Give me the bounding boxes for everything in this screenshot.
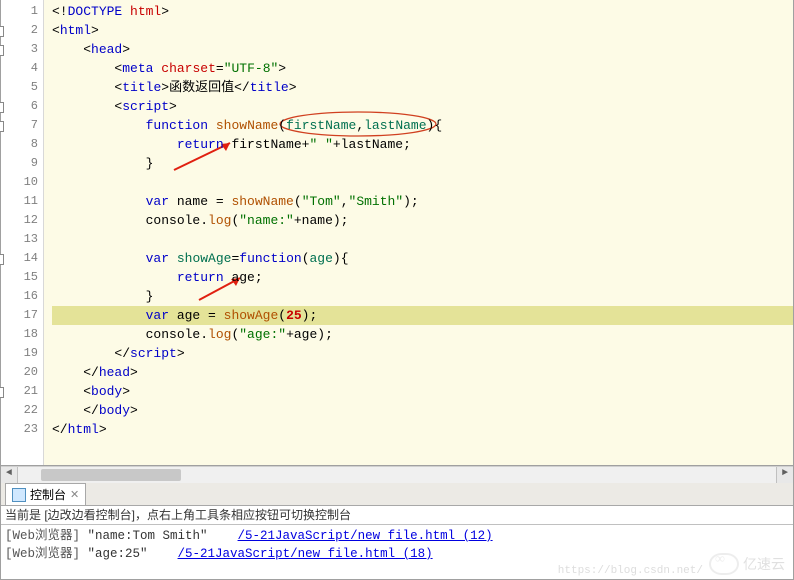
- line-number: 13: [1, 230, 38, 249]
- line-number: 9: [1, 154, 38, 173]
- console-source-link[interactable]: /5-21JavaScript/new file.html (12): [238, 529, 493, 543]
- close-icon[interactable]: ✕: [70, 488, 79, 501]
- console-source-link[interactable]: /5-21JavaScript/new file.html (18): [178, 547, 433, 561]
- code-line[interactable]: <!DOCTYPE html>: [52, 2, 793, 21]
- line-number: 6-: [1, 97, 38, 116]
- code-line[interactable]: return age;: [52, 268, 793, 287]
- line-number: 8: [1, 135, 38, 154]
- ide-window: 12-3-456-7-891011121314-15161718192021-2…: [0, 0, 794, 580]
- line-number: 16: [1, 287, 38, 306]
- code-line[interactable]: return firstName+" "+lastName;: [52, 135, 793, 154]
- tab-console[interactable]: 控制台 ✕: [5, 483, 86, 505]
- fold-toggle-icon[interactable]: -: [0, 26, 4, 37]
- line-number: 7-: [1, 116, 38, 135]
- info-text: 当前是 [边改边看控制台]，点右上角工具条相应按钮可切换控制台: [5, 508, 351, 522]
- fold-toggle-icon[interactable]: -: [0, 254, 4, 265]
- code-line[interactable]: <script>: [52, 97, 793, 116]
- code-line[interactable]: <html>: [52, 21, 793, 40]
- code-line[interactable]: </html>: [52, 420, 793, 439]
- line-number: 10: [1, 173, 38, 192]
- console-row: [Web浏览器] "age:25" /5-21JavaScript/new fi…: [5, 545, 789, 563]
- line-number: 15: [1, 268, 38, 287]
- line-number: 11: [1, 192, 38, 211]
- line-number: 20: [1, 363, 38, 382]
- horizontal-scrollbar[interactable]: ◄ ►: [1, 466, 793, 483]
- console-message: "name:Tom Smith": [80, 529, 238, 543]
- line-number: 3-: [1, 40, 38, 59]
- code-area[interactable]: <!DOCTYPE html><html> <head> <meta chars…: [44, 0, 793, 465]
- line-number: 5: [1, 78, 38, 97]
- line-number: 2-: [1, 21, 38, 40]
- line-number: 18: [1, 325, 38, 344]
- code-line[interactable]: </head>: [52, 363, 793, 382]
- line-number: 21-: [1, 382, 38, 401]
- console-tab-bar: 控制台 ✕: [1, 483, 793, 506]
- code-line[interactable]: [52, 230, 793, 249]
- code-line[interactable]: var showAge=function(age){: [52, 249, 793, 268]
- line-number: 19: [1, 344, 38, 363]
- code-line[interactable]: }: [52, 154, 793, 173]
- code-line[interactable]: }: [52, 287, 793, 306]
- fold-toggle-icon[interactable]: -: [0, 121, 4, 132]
- code-line[interactable]: function showName(firstName,lastName){: [52, 116, 793, 135]
- line-number: 4: [1, 59, 38, 78]
- line-number: 1: [1, 2, 38, 21]
- code-line[interactable]: [52, 173, 793, 192]
- line-number: 17: [1, 306, 38, 325]
- code-line[interactable]: </script>: [52, 344, 793, 363]
- line-number: 12: [1, 211, 38, 230]
- csdn-watermark: https://blog.csdn.net/: [558, 565, 703, 577]
- code-line[interactable]: </body>: [52, 401, 793, 420]
- console-source: [Web浏览器]: [5, 547, 80, 561]
- code-editor[interactable]: 12-3-456-7-891011121314-15161718192021-2…: [1, 0, 793, 466]
- console-info-bar: 当前是 [边改边看控制台]，点右上角工具条相应按钮可切换控制台: [1, 506, 793, 525]
- code-line[interactable]: var age = showAge(25);: [52, 306, 793, 325]
- line-number-gutter: 12-3-456-7-891011121314-15161718192021-2…: [1, 0, 44, 465]
- code-line[interactable]: <title>函数返回值</title>: [52, 78, 793, 97]
- tab-label: 控制台: [30, 486, 66, 503]
- code-line[interactable]: console.log("age:"+age);: [52, 325, 793, 344]
- code-line[interactable]: console.log("name:"+name);: [52, 211, 793, 230]
- fold-toggle-icon[interactable]: -: [0, 45, 4, 56]
- console-row: [Web浏览器] "name:Tom Smith" /5-21JavaScrip…: [5, 527, 789, 545]
- console-message: "age:25": [80, 547, 178, 561]
- console-icon: [12, 488, 26, 502]
- scroll-right-arrow[interactable]: ►: [776, 467, 793, 483]
- code-line[interactable]: var name = showName("Tom","Smith");: [52, 192, 793, 211]
- scroll-left-arrow[interactable]: ◄: [1, 467, 18, 483]
- console-output[interactable]: [Web浏览器] "name:Tom Smith" /5-21JavaScrip…: [1, 525, 793, 579]
- line-number: 23: [1, 420, 38, 439]
- code-line[interactable]: <body>: [52, 382, 793, 401]
- code-line[interactable]: <head>: [52, 40, 793, 59]
- scrollbar-thumb[interactable]: [41, 469, 181, 481]
- code-line[interactable]: <meta charset="UTF-8">: [52, 59, 793, 78]
- fold-toggle-icon[interactable]: -: [0, 102, 4, 113]
- fold-toggle-icon[interactable]: -: [0, 387, 4, 398]
- line-number: 22: [1, 401, 38, 420]
- line-number: 14-: [1, 249, 38, 268]
- console-source: [Web浏览器]: [5, 529, 80, 543]
